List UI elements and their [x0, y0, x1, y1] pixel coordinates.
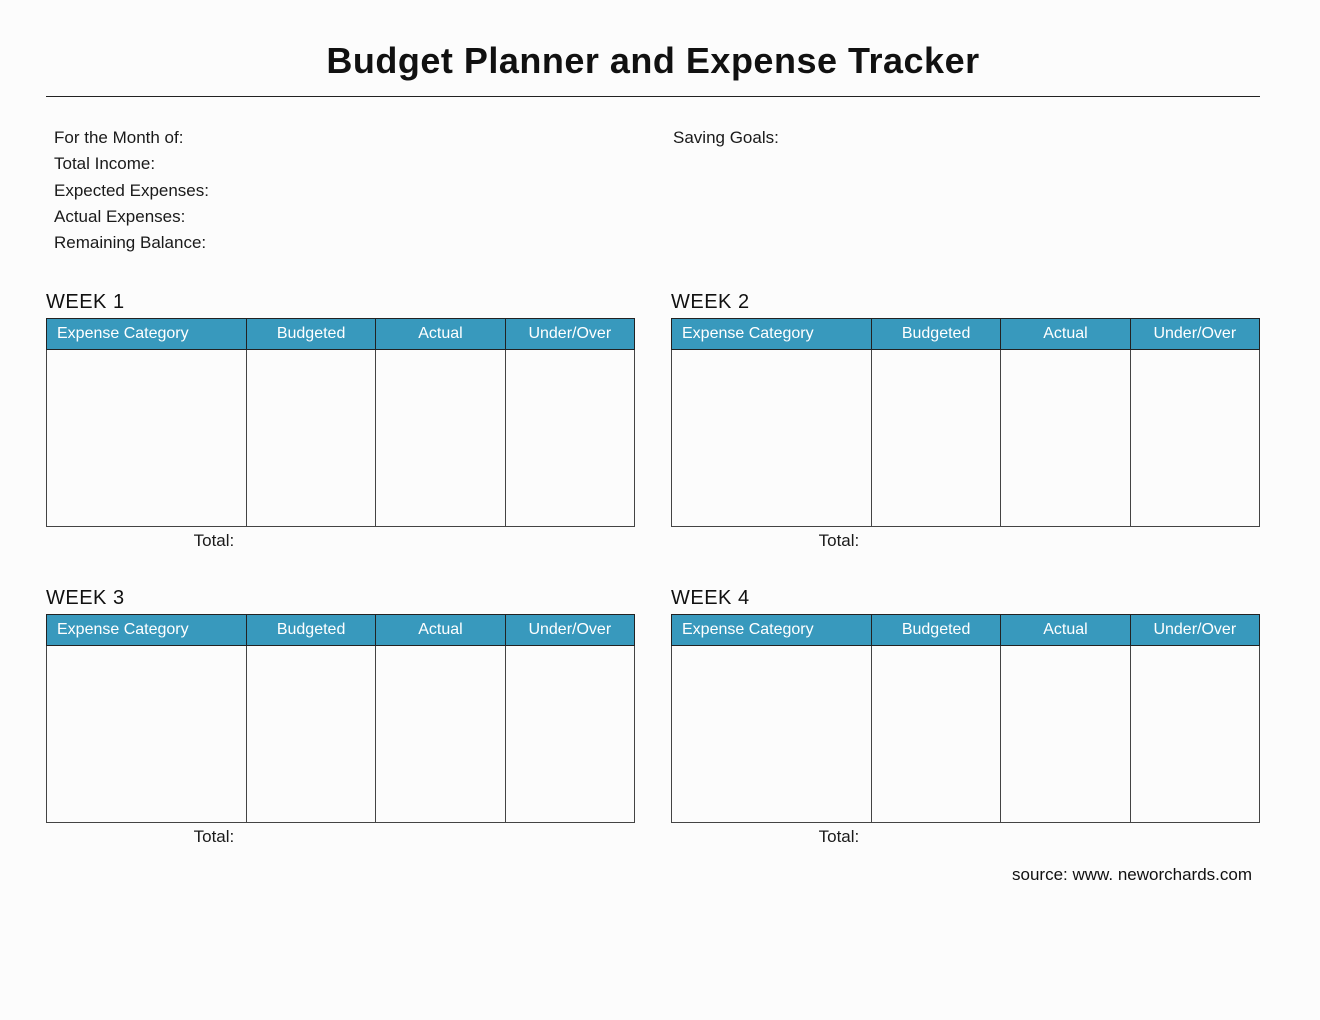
- page-title: Budget Planner and Expense Tracker: [46, 40, 1260, 97]
- week-2-total-label: Total:: [671, 531, 871, 551]
- cell: [246, 349, 375, 526]
- remaining-balance-label: Remaining Balance:: [54, 230, 633, 256]
- cell: [1130, 349, 1259, 526]
- table-row: [47, 349, 635, 526]
- week-2-table: Expense Category Budgeted Actual Under/O…: [671, 318, 1260, 527]
- table-row: [672, 645, 1260, 822]
- col-category: Expense Category: [672, 318, 872, 349]
- week-4-total-row: Total:: [671, 827, 1260, 847]
- week-3-total-label: Total:: [46, 827, 246, 847]
- week-1-total-row: Total:: [46, 531, 635, 551]
- week-3-table: Expense Category Budgeted Actual Under/O…: [46, 614, 635, 823]
- cell: [376, 645, 505, 822]
- table-row: [47, 645, 635, 822]
- expected-expenses-label: Expected Expenses:: [54, 178, 633, 204]
- col-under-over: Under/Over: [505, 318, 634, 349]
- week-4-total-label: Total:: [671, 827, 871, 847]
- weeks-grid: WEEK 1 Expense Category Budgeted Actual …: [46, 291, 1260, 847]
- cell: [376, 349, 505, 526]
- week-3-title: WEEK 3: [46, 587, 635, 610]
- week-4-block: WEEK 4 Expense Category Budgeted Actual …: [671, 587, 1260, 847]
- cell: [1130, 645, 1259, 822]
- col-under-over: Under/Over: [1130, 614, 1259, 645]
- col-budgeted: Budgeted: [871, 318, 1000, 349]
- col-actual: Actual: [1001, 318, 1130, 349]
- summary-section: For the Month of: Total Income: Expected…: [46, 125, 1260, 257]
- cell: [871, 349, 1000, 526]
- col-actual: Actual: [1001, 614, 1130, 645]
- total-income-label: Total Income:: [54, 151, 633, 177]
- week-3-block: WEEK 3 Expense Category Budgeted Actual …: [46, 587, 635, 847]
- col-actual: Actual: [376, 614, 505, 645]
- week-2-total-row: Total:: [671, 531, 1260, 551]
- col-budgeted: Budgeted: [246, 318, 375, 349]
- col-category: Expense Category: [672, 614, 872, 645]
- cell: [505, 645, 634, 822]
- cell: [1001, 645, 1130, 822]
- cell: [47, 349, 247, 526]
- cell: [505, 349, 634, 526]
- col-under-over: Under/Over: [1130, 318, 1259, 349]
- summary-left: For the Month of: Total Income: Expected…: [54, 125, 633, 257]
- week-4-title: WEEK 4: [671, 587, 1260, 610]
- col-under-over: Under/Over: [505, 614, 634, 645]
- cell: [672, 645, 872, 822]
- week-3-total-row: Total:: [46, 827, 635, 847]
- actual-expenses-label: Actual Expenses:: [54, 204, 633, 230]
- col-actual: Actual: [376, 318, 505, 349]
- month-label: For the Month of:: [54, 125, 633, 151]
- week-4-table: Expense Category Budgeted Actual Under/O…: [671, 614, 1260, 823]
- cell: [47, 645, 247, 822]
- cell: [672, 349, 872, 526]
- week-1-block: WEEK 1 Expense Category Budgeted Actual …: [46, 291, 635, 551]
- table-row: [672, 349, 1260, 526]
- week-1-table: Expense Category Budgeted Actual Under/O…: [46, 318, 635, 527]
- cell: [871, 645, 1000, 822]
- summary-right: Saving Goals:: [673, 125, 1252, 257]
- col-category: Expense Category: [47, 318, 247, 349]
- col-category: Expense Category: [47, 614, 247, 645]
- col-budgeted: Budgeted: [871, 614, 1000, 645]
- week-2-title: WEEK 2: [671, 291, 1260, 314]
- saving-goals-label: Saving Goals:: [673, 125, 1252, 151]
- source-attribution: source: www. neworchards.com: [46, 865, 1260, 885]
- cell: [246, 645, 375, 822]
- week-1-total-label: Total:: [46, 531, 246, 551]
- col-budgeted: Budgeted: [246, 614, 375, 645]
- week-1-title: WEEK 1: [46, 291, 635, 314]
- cell: [1001, 349, 1130, 526]
- week-2-block: WEEK 2 Expense Category Budgeted Actual …: [671, 291, 1260, 551]
